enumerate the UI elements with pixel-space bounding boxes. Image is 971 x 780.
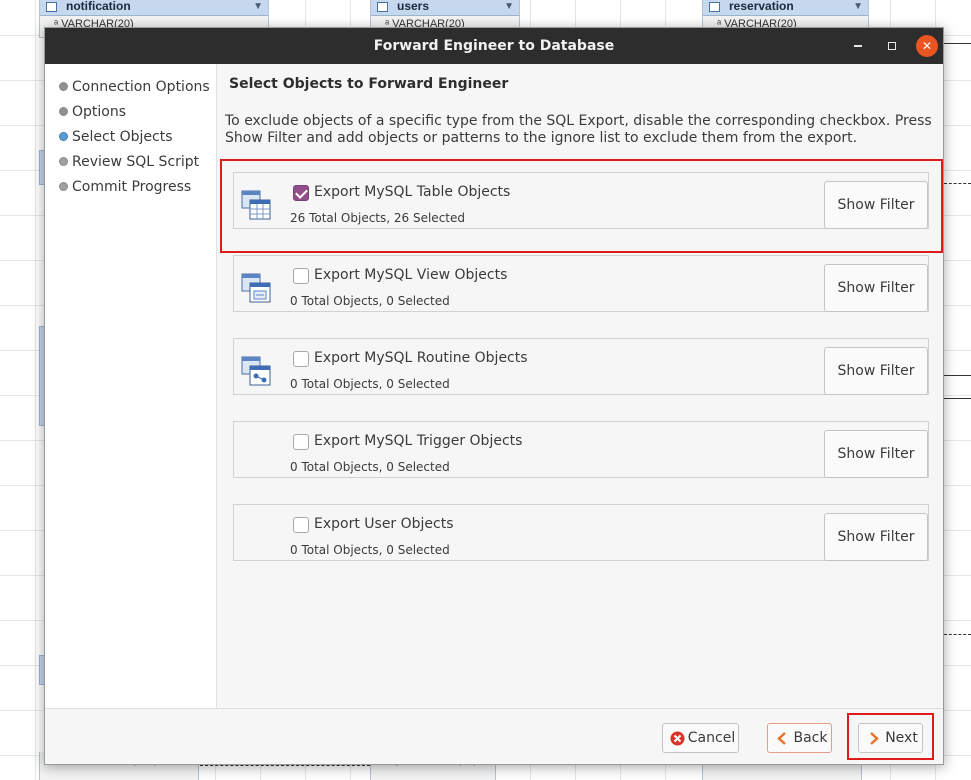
back-button[interactable]: Back xyxy=(767,723,832,753)
table-icon xyxy=(46,2,57,12)
trigger-objects-panel: Export MySQL Trigger Objects 0 Total Obj… xyxy=(233,421,929,478)
page-description: To exclude objects of a specific type fr… xyxy=(225,113,932,146)
cancel-label: Cancel xyxy=(687,730,736,746)
er-table-name: users xyxy=(397,0,430,13)
routine-objects-label[interactable]: Export MySQL Routine Objects xyxy=(314,350,528,366)
view-objects-label[interactable]: Export MySQL View Objects xyxy=(314,267,507,283)
user-objects-label[interactable]: Export User Objects xyxy=(314,516,454,532)
er-table-name: notification xyxy=(66,0,131,13)
dialog-titlebar[interactable]: Forward Engineer to Database ✕ xyxy=(45,28,943,64)
step-select-objects: Select Objects xyxy=(45,125,216,150)
table-icon xyxy=(377,2,388,12)
table-icon xyxy=(709,2,720,12)
er-table-name: reservation xyxy=(729,0,794,13)
minimize-button[interactable] xyxy=(847,35,869,57)
collapse-arrow-icon[interactable]: ▼ xyxy=(853,0,863,14)
step-status-icon xyxy=(59,156,68,166)
routine-objects-count: 0 Total Objects, 0 Selected xyxy=(290,377,450,391)
view-objects-icon xyxy=(241,273,271,303)
back-label: Back xyxy=(793,730,828,746)
next-button-highlight xyxy=(847,713,934,760)
relationship-line xyxy=(944,375,971,376)
step-label: Select Objects xyxy=(72,129,173,145)
trigger-objects-checkbox[interactable] xyxy=(293,434,309,450)
relationship-line xyxy=(944,634,971,635)
cancel-button[interactable]: Cancel xyxy=(662,723,739,753)
table-objects-highlight xyxy=(220,159,943,253)
view-objects-checkbox[interactable] xyxy=(293,268,309,284)
relationship-line xyxy=(944,183,971,184)
step-label: Review SQL Script xyxy=(72,154,200,170)
er-table-header: reservation ▼ xyxy=(703,0,868,16)
maximize-icon xyxy=(888,41,896,50)
er-table-header: users ▼ xyxy=(371,0,519,16)
routine-objects-panel: Export MySQL Routine Objects 0 Total Obj… xyxy=(233,338,929,395)
trigger-show-filter-button[interactable]: Show Filter xyxy=(824,430,928,478)
step-label: Options xyxy=(72,104,127,120)
view-show-filter-button[interactable]: Show Filter xyxy=(824,264,928,312)
view-objects-count: 0 Total Objects, 0 Selected xyxy=(290,294,450,308)
user-objects-panel: Export User Objects 0 Total Objects, 0 S… xyxy=(233,504,929,561)
user-objects-count: 0 Total Objects, 0 Selected xyxy=(290,543,450,557)
routine-show-filter-button[interactable]: Show Filter xyxy=(824,347,928,395)
minimize-icon xyxy=(854,44,862,47)
step-status-icon xyxy=(59,81,68,91)
step-status-icon xyxy=(59,181,68,191)
chevron-left-icon xyxy=(777,732,786,745)
close-button[interactable]: ✕ xyxy=(916,35,938,57)
er-table-header: notification ▼ xyxy=(40,0,268,16)
wizard-steps-sidebar: Connection Options Options Select Object… xyxy=(45,64,217,708)
dialog-footer: Cancel Back Next xyxy=(45,708,943,764)
page-heading: Select Objects to Forward Engineer xyxy=(229,76,509,92)
maximize-button[interactable] xyxy=(881,35,903,57)
trigger-objects-count: 0 Total Objects, 0 Selected xyxy=(290,460,450,474)
step-commit-progress: Commit Progress xyxy=(45,175,216,200)
step-options: Options xyxy=(45,100,216,125)
trigger-objects-label[interactable]: Export MySQL Trigger Objects xyxy=(314,433,522,449)
step-connection-options: Connection Options xyxy=(45,75,216,100)
user-show-filter-button[interactable]: Show Filter xyxy=(824,513,928,561)
close-icon: ✕ xyxy=(921,39,933,53)
relationship-line xyxy=(200,765,370,766)
step-status-icon xyxy=(59,131,68,141)
routine-objects-checkbox[interactable] xyxy=(293,351,309,367)
forward-engineer-dialog: Forward Engineer to Database ✕ Connectio… xyxy=(44,27,944,765)
step-label: Commit Progress xyxy=(72,179,192,195)
relationship-line xyxy=(944,398,971,399)
select-objects-page: Select Objects to Forward Engineer To ex… xyxy=(218,64,943,708)
collapse-arrow-icon[interactable]: ▼ xyxy=(504,0,514,14)
user-objects-checkbox[interactable] xyxy=(293,517,309,533)
relationship-line xyxy=(944,43,971,44)
step-review-sql-script: Review SQL Script xyxy=(45,150,216,175)
step-status-icon xyxy=(59,106,68,116)
dialog-body: Connection Options Options Select Object… xyxy=(45,64,943,708)
collapse-arrow-icon[interactable]: ▼ xyxy=(253,0,263,14)
dialog-title: Forward Engineer to Database xyxy=(373,38,615,54)
view-objects-panel: Export MySQL View Objects 0 Total Object… xyxy=(233,255,929,312)
cancel-icon xyxy=(670,731,685,746)
step-label: Connection Options xyxy=(72,79,210,95)
routine-objects-icon xyxy=(241,356,271,386)
